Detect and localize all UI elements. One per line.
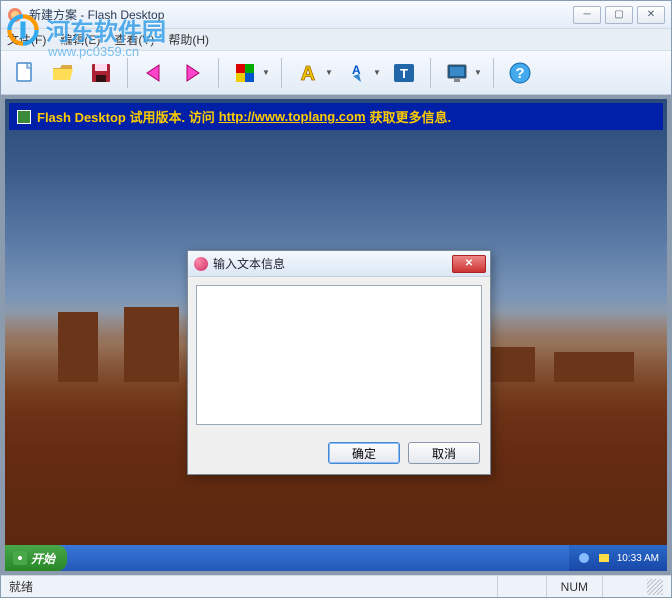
status-ready: 就绪 — [9, 578, 497, 595]
toolbar: ▼ A ▼ A ▼ T ▼ ? — [1, 51, 671, 95]
forward-button[interactable] — [176, 57, 208, 89]
tray-icon — [597, 551, 611, 565]
help-button[interactable]: ? — [504, 57, 536, 89]
system-tray[interactable]: 10:33 AM — [569, 545, 667, 571]
trial-banner: Flash Desktop 试用版本. 访问 http://www.toplan… — [9, 103, 663, 130]
app-icon — [7, 7, 23, 23]
landscape-rock — [124, 307, 179, 382]
workspace: Flash Desktop 试用版本. 访问 http://www.toplan… — [1, 95, 671, 575]
tray-icon — [577, 551, 591, 565]
maximize-button[interactable]: ▢ — [605, 6, 633, 24]
svg-text:A: A — [301, 63, 315, 85]
toolbar-separator — [281, 58, 282, 88]
back-button[interactable] — [138, 57, 170, 89]
menu-file[interactable]: 文件(F) — [7, 31, 46, 48]
dialog-icon — [194, 257, 208, 271]
trial-link[interactable]: http://www.toplang.com — [219, 109, 366, 124]
cancel-button[interactable]: 取消 — [408, 442, 480, 464]
window-title: 新建方案 - Flash Desktop — [29, 6, 573, 23]
menu-view[interactable]: 查看(V) — [114, 31, 154, 48]
text-tt-button[interactable]: T — [388, 57, 420, 89]
start-label: 开始 — [31, 550, 55, 567]
toolbar-separator — [430, 58, 431, 88]
dialog-close-button[interactable]: ✕ — [452, 255, 486, 273]
text-arrow-button[interactable]: A — [340, 57, 372, 89]
toolbar-separator — [493, 58, 494, 88]
svg-text:T: T — [400, 66, 408, 81]
text-style-button[interactable]: A — [292, 57, 324, 89]
dropdown-arrow-icon[interactable]: ▼ — [372, 57, 382, 89]
open-folder-button[interactable] — [47, 57, 79, 89]
color-panel-button[interactable] — [229, 57, 261, 89]
dialog-body — [188, 277, 490, 436]
landscape-rock — [554, 352, 634, 382]
text-input-dialog: 输入文本信息 ✕ 确定 取消 — [187, 250, 491, 475]
start-button[interactable]: 开始 — [5, 545, 67, 571]
system-icon — [17, 110, 31, 124]
new-file-button[interactable] — [9, 57, 41, 89]
trial-text-prefix: Flash Desktop 试用版本. 访问 — [37, 107, 215, 126]
status-num: NUM — [546, 576, 602, 597]
titlebar: 新建方案 - Flash Desktop ─ ▢ ✕ — [1, 1, 671, 29]
monitor-button[interactable] — [441, 57, 473, 89]
close-button[interactable]: ✕ — [637, 6, 665, 24]
text-input-field[interactable] — [196, 285, 482, 425]
minimize-button[interactable]: ─ — [573, 6, 601, 24]
dialog-buttons: 确定 取消 — [188, 436, 490, 474]
menu-help[interactable]: 帮助(H) — [168, 31, 209, 48]
menubar: 文件(F) 编辑(E) 查看(V) 帮助(H) — [1, 29, 671, 51]
dropdown-arrow-icon[interactable]: ▼ — [324, 57, 334, 89]
statusbar: 就绪 NUM — [1, 575, 671, 597]
status-empty-cell — [497, 576, 546, 597]
save-button[interactable] — [85, 57, 117, 89]
embedded-taskbar: 开始 10:33 AM — [5, 545, 667, 571]
landscape-rock — [58, 312, 98, 382]
main-window: 新建方案 - Flash Desktop ─ ▢ ✕ 文件(F) 编辑(E) 查… — [0, 0, 672, 598]
window-controls: ─ ▢ ✕ — [573, 6, 665, 24]
tray-clock: 10:33 AM — [617, 553, 659, 564]
svg-text:?: ? — [515, 65, 524, 82]
dialog-title: 输入文本信息 — [213, 255, 452, 272]
menu-edit[interactable]: 编辑(E) — [60, 31, 100, 48]
dialog-titlebar[interactable]: 输入文本信息 ✕ — [188, 251, 490, 277]
status-empty-cell — [602, 576, 641, 597]
dropdown-arrow-icon[interactable]: ▼ — [473, 57, 483, 89]
trial-text-suffix: 获取更多信息. — [370, 107, 452, 126]
toolbar-separator — [218, 58, 219, 88]
dropdown-arrow-icon[interactable]: ▼ — [261, 57, 271, 89]
resize-grip-icon[interactable] — [647, 579, 663, 595]
ok-button[interactable]: 确定 — [328, 442, 400, 464]
toolbar-separator — [127, 58, 128, 88]
